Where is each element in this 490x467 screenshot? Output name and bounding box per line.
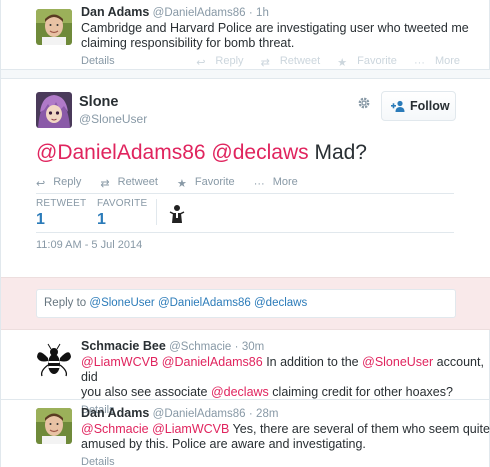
star-icon: ★ [177, 178, 187, 190]
details-link[interactable]: Details [81, 55, 115, 67]
avatar[interactable] [36, 408, 72, 444]
tweet-text-line: @Schmacie @LiamWCVB Yes, there are sever… [81, 422, 490, 437]
mention-link[interactable]: @declaws [211, 385, 269, 399]
tweet-text-line: you also see associate @declaws claiming… [81, 385, 490, 400]
favorite-button[interactable]: ★ Favorite [330, 55, 397, 69]
star-icon: ★ [337, 57, 348, 69]
retweet-icon: ⇄ [260, 57, 270, 69]
tweet-actions: ↩ Reply ⇄ Retweet ★ Favorite ··· More [36, 176, 314, 190]
reply-label: Reply [215, 55, 244, 67]
retweet-label: Retweet [117, 176, 158, 188]
separator-band [1, 69, 490, 79]
tweet-text-line: claiming responsibility for bomb threat. [81, 36, 295, 50]
author-handle[interactable]: @Schmacie [169, 341, 231, 353]
more-label: More [434, 55, 460, 67]
reply-icon: ↩ [36, 178, 46, 190]
more-label: More [272, 176, 298, 188]
more-dots-icon: ··· [253, 178, 265, 190]
tweet-time[interactable]: 30m [242, 341, 264, 353]
author-name[interactable]: Dan Adams [81, 406, 149, 420]
tweet-text-line: @LiamWCVB @DanielAdams86 In addition to … [81, 355, 490, 385]
tweet-text-segment: you also see associate [81, 385, 208, 399]
mention-link[interactable]: @DanielAdams86 [162, 355, 263, 369]
author-handle[interactable]: @DanielAdams86 [153, 7, 246, 19]
tweet-text: @DanielAdams86 @declaws Mad? [36, 140, 367, 166]
author-name[interactable]: Dan Adams [81, 5, 149, 19]
tweet-time[interactable]: 28m [256, 408, 278, 420]
reply-box-area: Reply to @SloneUser @DanielAdams86 @decl… [1, 277, 490, 330]
more-button[interactable]: ··· More [407, 55, 460, 69]
mention-link[interactable]: @LiamWCVB [152, 422, 229, 436]
tweet-timestamp[interactable]: 11:09 AM - 5 Jul 2014 [36, 239, 142, 251]
dot-separator: · [234, 341, 239, 353]
user-name[interactable]: Slone [79, 94, 118, 110]
gear-icon[interactable] [357, 96, 371, 110]
mention-link[interactable]: @declaws [211, 141, 308, 164]
details-link[interactable]: Details [81, 456, 115, 467]
favorite-label: Favorite [357, 55, 397, 67]
mention-link[interactable]: @LiamWCVB [81, 355, 158, 369]
divider [156, 199, 157, 225]
favorite-label: Favorite [194, 176, 235, 188]
avatar[interactable] [36, 92, 72, 128]
retweet-count: 1 [36, 211, 45, 228]
favoriter-avatar[interactable] [167, 203, 187, 223]
user-handle[interactable]: @SloneUser [79, 112, 147, 126]
conversation-panel: Dan Adams @DanielAdams86 · 1h Cambridge … [0, 0, 490, 467]
more-dots-icon: ··· [413, 57, 425, 69]
retweet-stat[interactable]: RETWEET 1 [36, 198, 86, 229]
tweet-text-segment: In addition to the [266, 355, 359, 369]
dot-separator: · [248, 408, 253, 420]
tweet-text-rest: Mad? [314, 141, 367, 164]
retweet-icon: ⇄ [100, 178, 110, 190]
follow-label: Follow [410, 99, 450, 113]
mention-link[interactable]: @DanielAdams86 [36, 141, 206, 164]
tweet-above[interactable]: Dan Adams @DanielAdams86 · 1h Cambridge … [1, 5, 490, 72]
retweet-stat-label: RETWEET [36, 198, 87, 209]
favorite-stat-label: FAVORITE [97, 198, 148, 209]
divider [36, 232, 454, 233]
retweet-button[interactable]: ⇄ Retweet [100, 176, 166, 190]
author-handle[interactable]: @DanielAdams86 [153, 408, 246, 420]
favorite-stat[interactable]: FAVORITE 1 [97, 198, 147, 229]
tweet-text: @LiamWCVB @DanielAdams86 In addition to … [81, 355, 490, 400]
more-button[interactable]: ··· More [253, 176, 306, 190]
divider [1, 399, 490, 400]
tweet-text-segment: claiming credit for other hoaxes? [272, 385, 453, 399]
follow-button[interactable]: Follow [381, 91, 456, 121]
reply-icon: ↩ [196, 57, 206, 69]
tweet-time[interactable]: 1h [256, 7, 269, 19]
mention-link[interactable]: @Schmacie [81, 422, 149, 436]
favorite-count: 1 [97, 211, 106, 228]
author-name[interactable]: Schmacie Bee [81, 339, 166, 353]
reply-button[interactable]: ↩ Reply [189, 55, 244, 69]
retweet-button[interactable]: ⇄ Retweet [254, 55, 321, 69]
avatar[interactable] [36, 9, 72, 45]
tweet-text-line: Cambridge and Harvard Police are investi… [81, 21, 469, 35]
add-user-icon [391, 100, 405, 112]
tweet-text: @Schmacie @LiamWCVB Yes, there are sever… [81, 422, 490, 452]
reply-mentions: @SloneUser @DanielAdams86 @declaws [89, 297, 308, 309]
reply-input[interactable]: Reply to @SloneUser @DanielAdams86 @decl… [36, 289, 456, 318]
reply-prefix: Reply to [44, 297, 87, 309]
tweet-actions: ↩ Reply ⇄ Retweet ★ Favorite ··· More [182, 55, 460, 69]
reply-tweet[interactable]: Dan Adams @DanielAdams86 · 28m @Schmacie… [1, 406, 490, 467]
dot-separator: · [248, 7, 253, 19]
mention-link[interactable]: @SloneUser [362, 355, 433, 369]
reply-label: Reply [53, 176, 82, 188]
favorite-button[interactable]: ★ Favorite [177, 176, 243, 190]
retweet-label: Retweet [279, 55, 321, 67]
tweet-text-line: amused by this. Police are aware and inv… [81, 437, 366, 451]
permalink-tweet: Slone @SloneUser Follow @DanielAdams86 @… [1, 79, 490, 277]
tweet-text: Cambridge and Harvard Police are investi… [81, 21, 490, 51]
reply-button[interactable]: ↩ Reply [36, 176, 89, 190]
avatar[interactable] [36, 343, 72, 379]
divider [36, 193, 454, 194]
tweet-text-segment: Yes, there are several of them who seem … [232, 422, 490, 436]
